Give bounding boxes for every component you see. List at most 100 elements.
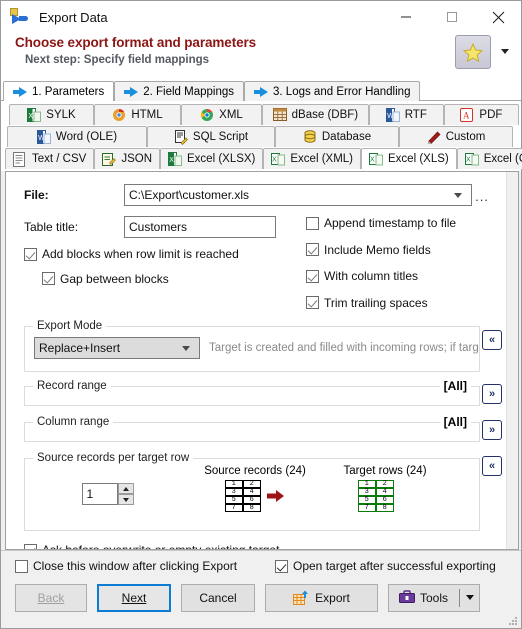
format-tab-text-csv[interactable]: Text / CSV [5,148,95,169]
checkbox-gap-between-blocks[interactable]: Gap between blocks [42,272,169,286]
next-button-label: Next [121,590,147,605]
checkbox-add-blocks[interactable]: Add blocks when row limit is reached [24,247,239,261]
toolbox-icon [399,590,415,605]
stepper-down[interactable] [117,494,134,505]
format-tab-text-csv-label: Text / CSV [32,153,87,165]
export-button-label: Export [315,590,350,605]
format-tab-html-label: HTML [131,109,163,121]
format-tab-pdf[interactable]: A PDF [443,104,519,125]
checkbox-append-timestamp[interactable]: Append timestamp to file [306,216,456,230]
records-per-row-stepper[interactable] [117,483,134,505]
column-range-value: [All] [439,415,471,429]
records-per-row-input[interactable] [81,483,118,505]
format-tab-xml[interactable]: XML [180,104,263,125]
back-button[interactable]: Back [15,583,87,612]
export-mode-description: Target is created and filled with incomi… [209,342,479,354]
format-tab-rtf[interactable]: W RTF [368,104,444,125]
checkbox-open-target[interactable]: Open target after successful exporting [275,559,496,573]
checkbox-box [306,243,319,256]
format-tab-rtf-label: RTF [404,109,427,121]
checkbox-box [24,247,37,261]
format-tab-sql-script-label: SQL Script [192,131,249,143]
format-tab-excel-ole[interactable]: X Excel (OLE) [456,148,522,169]
json-icon [102,152,117,167]
source-records-collapse-button[interactable]: « [482,456,502,476]
table-title-label: Table title: [24,220,79,234]
format-tab-database[interactable]: Database [275,126,399,147]
checkbox-close-window-label: Close this window after clicking Export [33,559,238,573]
column-range-expand-button[interactable]: » [482,420,502,440]
format-tab-word-ole[interactable]: W Word (OLE) [7,126,147,147]
tab-logs-errors[interactable]: 3. Logs and Error Handling [244,81,421,101]
tab-field-mappings[interactable]: 2. Field Mappings [114,81,245,101]
tools-dropdown-caret[interactable] [459,588,479,607]
svg-text:X: X [29,113,34,120]
word-rtf-icon: W [385,107,400,123]
excel-ole-icon: X [464,152,479,167]
stepper-up[interactable] [117,483,134,494]
next-button[interactable]: Next [97,583,171,612]
format-tab-word-ole-label: Word (OLE) [55,131,118,143]
file-row: File: C:\Export\customer.xls ... [6,184,506,206]
resize-grip[interactable] [508,616,518,626]
cancel-button[interactable]: Cancel [181,583,255,612]
maximize-button[interactable] [429,1,475,33]
checkbox-column-titles[interactable]: With column titles [306,269,418,283]
panel-scrollbar[interactable] [506,172,518,549]
svg-text:A: A [463,110,470,120]
record-range-expand-button[interactable]: » [482,384,502,404]
tab-logs-errors-label: 3. Logs and Error Handling [273,85,411,98]
checkbox-trim-spaces[interactable]: Trim trailing spaces [306,296,428,310]
close-button[interactable] [475,1,521,33]
window-title: Export Data [39,9,108,25]
star-icon [462,42,484,62]
checkbox-ask-before-overwrite[interactable]: Ask before overwrite or empty existing t… [24,543,279,549]
favorites-dropdown-caret[interactable] [501,49,509,54]
export-mode-value: Replace+Insert [39,341,121,355]
checkbox-box [306,216,319,230]
format-tab-sylk[interactable]: X SYLK [9,104,94,125]
export-mode-collapse-button[interactable]: « [482,330,502,350]
format-tab-html[interactable]: HTML [94,104,181,125]
header: Choose export format and parameters Next… [1,33,521,81]
step-tabs: 1. Parameters 2. Field Mappings 3. Logs … [1,81,521,102]
format-tab-excel-xls[interactable]: X Excel (XLS) [361,148,457,169]
window-controls [383,1,521,33]
export-mode-combo[interactable]: Replace+Insert [34,337,200,359]
tools-button[interactable]: Tools [388,583,480,612]
format-tab-excel-xlsx[interactable]: X Excel (XLSX) [160,148,264,169]
format-tab-json[interactable]: JSON [94,148,160,169]
parameters-panel: File: C:\Export\customer.xls ... Table t… [5,171,519,550]
checkbox-box [306,296,319,309]
source-records-caption: Source records (24) [204,465,306,477]
checkbox-include-memo[interactable]: Include Memo fields [306,243,431,257]
chevron-down-icon[interactable] [454,192,462,198]
grid-cell: 7 [357,503,376,512]
tab-parameters-label: 1. Parameters [32,85,105,98]
browse-button[interactable]: ... [472,184,492,206]
title-bar: Export Data [1,1,521,33]
format-tab-dbase[interactable]: dBase (DBF) [262,104,369,125]
file-path-value: C:\Export\customer.xls [129,188,250,202]
grid-cell: 8 [375,503,394,512]
format-tab-excel-xml[interactable]: X Excel (XML) [263,148,362,169]
format-tab-sql-script[interactable]: SQL Script [147,126,275,147]
favorites-button[interactable] [455,35,491,69]
format-tabs: X SYLK HTML XML dBase (DBF) W RTF A PDF … [1,101,522,171]
record-range-group: Record range [All] [24,379,480,406]
dbase-table-icon [272,107,287,123]
export-mode-group: Export Mode Replace+Insert Target is cre… [24,320,480,372]
excel-xlsx-icon: X [168,151,182,167]
format-tab-custom-label: Custom [445,131,486,143]
chevron-down-icon[interactable] [182,345,190,351]
minimize-button[interactable] [383,1,429,33]
tab-parameters[interactable]: 1. Parameters [3,81,115,102]
format-tab-custom[interactable]: Custom [399,126,513,147]
table-title-input[interactable] [124,216,276,238]
file-path-combo[interactable]: C:\Export\customer.xls [124,184,472,206]
blue-arrow-icon [124,86,139,97]
export-button[interactable]: Export [265,583,378,612]
checkbox-close-window[interactable]: Close this window after clicking Export [15,559,237,573]
chrome-html-icon [112,108,126,123]
file-label: File: [24,188,49,202]
